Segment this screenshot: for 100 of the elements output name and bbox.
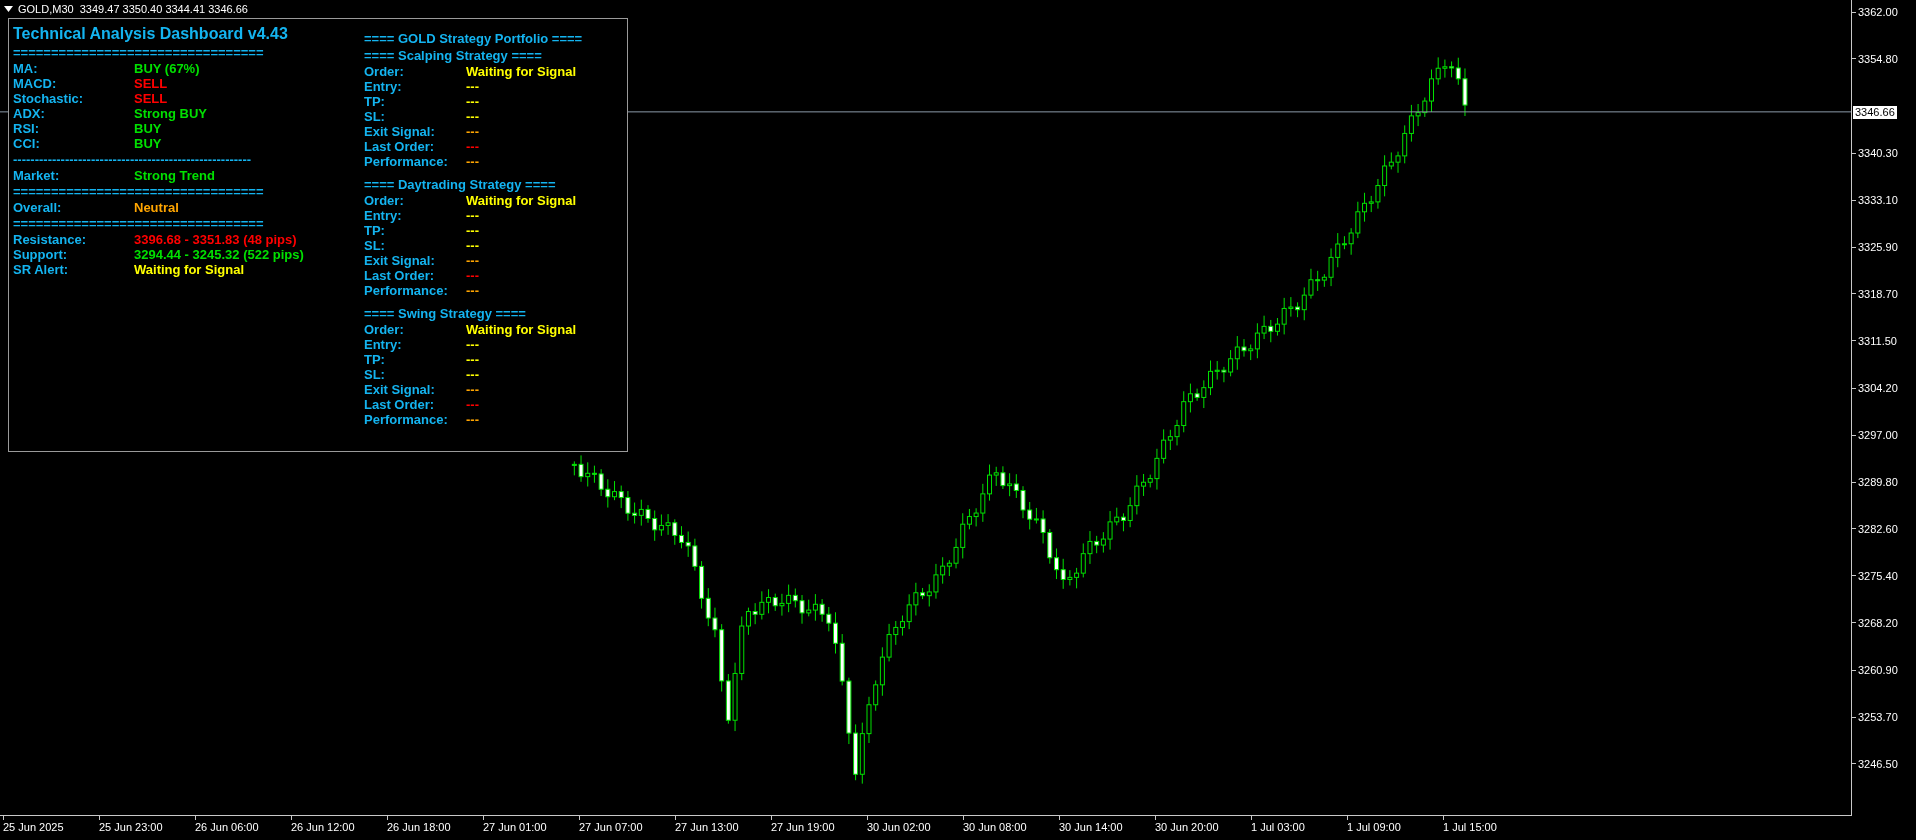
indicator-label: Entry: [364,79,403,94]
indicator-value: Waiting for Signal [466,64,576,79]
strategy-title: ==== Scalping Strategy ==== [364,47,543,64]
time-label: 1 Jul 09:00 [1347,820,1402,834]
dropdown-triangle-icon[interactable] [4,6,13,12]
time-label: 26 Jun 06:00 [195,820,260,834]
indicator-label: Exit Signal: [364,124,436,139]
price-label: 3325.90 [1858,240,1898,254]
indicator-value: --- [466,139,479,154]
indicator-value: 3294.44 - 3245.32 (522 pips) [134,247,304,262]
indicator-label: Entry: [364,337,403,352]
indicator-value: BUY [134,121,162,136]
price-label: 3268.20 [1858,615,1898,630]
indicator-label: Exit Signal: [364,253,436,268]
time-label: 30 Jun 08:00 [963,820,1028,834]
time-label: 1 Jul 03:00 [1251,820,1306,834]
indicator-value: --- [466,352,479,367]
indicator-value: --- [466,124,479,139]
indicator-value: SELL [134,76,168,91]
dashboard-title: Technical Analysis Dashboard v4.43 [13,24,289,44]
indicator-value: --- [466,94,479,109]
indicator-label: Order: [364,64,405,79]
indicator-value: BUY [134,136,162,151]
strategy-title: ==== Swing Strategy ==== [364,305,527,322]
indicator-value: --- [466,109,479,124]
time-label: 30 Jun 14:00 [1059,820,1124,834]
indicator-label: SR Alert: [13,262,70,277]
indicator-value: --- [466,397,479,412]
time-label: 27 Jun 01:00 [483,820,548,834]
price-label: 3318.70 [1858,286,1898,301]
indicator-value: 3396.68 - 3351.83 (48 pips) [134,232,297,247]
indicator-value: BUY (67%) [134,61,200,76]
indicator-value: Strong BUY [134,106,207,121]
indicator-label: ADX: [13,106,46,121]
indicator-label: SL: [364,238,386,253]
indicator-label: Performance: [364,412,449,427]
time-label: 27 Jun 13:00 [675,820,740,834]
price-label: 3304.20 [1858,381,1898,396]
separator-line: ------------------------------------------------------- [13,151,253,168]
indicator-label: MACD: [13,76,58,91]
indicator-label: TP: [364,352,386,367]
price-label: 3311.50 [1858,333,1897,348]
indicator-value: Neutral [134,200,179,215]
indicator-label: Performance: [364,154,449,169]
price-label: 3246.50 [1858,756,1898,771]
indicator-label: Order: [364,322,405,337]
indicator-value: --- [466,238,479,253]
indicator-label: Last Order: [364,268,436,283]
portfolio-title: ==== GOLD Strategy Portfolio ==== [364,30,583,47]
time-label: 1 Jul 15:00 [1443,820,1498,834]
price-label: 3354.80 [1858,51,1898,66]
indicator-value: Waiting for Signal [134,262,244,277]
indicator-value: --- [466,412,479,427]
indicator-label: SL: [364,109,386,124]
indicator-label: Entry: [364,208,403,223]
indicator-label: RSI: [13,121,40,136]
chart-header: GOLD,M30 3349.47 3350.40 3344.41 3346.66 [18,2,248,16]
time-label: 27 Jun 19:00 [771,820,836,834]
indicator-value: Waiting for Signal [466,193,576,208]
price-label: 3340.30 [1858,146,1898,161]
indicator-value: --- [466,367,479,382]
indicator-value: --- [466,283,479,298]
indicator-label: Overall: [13,200,63,215]
indicator-label: Performance: [364,283,449,298]
indicator-label: TP: [364,94,386,109]
indicator-label: Market: [13,168,61,183]
indicator-value: --- [466,337,479,352]
price-label: 3333.10 [1858,193,1898,208]
indicator-value: Strong Trend [134,168,215,183]
indicator-label: TP: [364,223,386,238]
time-label: 30 Jun 20:00 [1155,820,1220,834]
strategy-title: ==== Daytrading Strategy ==== [364,176,557,193]
time-label: 26 Jun 12:00 [291,820,356,834]
price-label: 3260.90 [1858,663,1898,678]
separator-line: ================================= [13,183,265,200]
price-label: 3362.00 [1858,5,1898,19]
indicator-label: Exit Signal: [364,382,436,397]
separator-line: ================================= [13,44,265,61]
indicator-label: Last Order: [364,139,436,154]
price-label: 3289.80 [1858,475,1898,489]
indicator-value: SELL [134,91,168,106]
current-price-label: 3346.66 [1853,105,1897,119]
indicator-label: Last Order: [364,397,436,412]
indicator-label: MA: [13,61,39,76]
price-label: 3275.40 [1858,568,1898,583]
indicator-label: Stochastic: [13,91,85,106]
indicator-value: --- [466,79,479,94]
indicator-value: --- [466,268,479,283]
indicator-label: Resistance: [13,232,87,247]
time-label: 27 Jun 07:00 [579,820,644,834]
indicator-value: --- [466,154,479,169]
indicator-value: --- [466,208,479,223]
indicator-label: Support: [13,247,69,262]
price-label: 3282.60 [1858,521,1898,536]
indicator-label: SL: [364,367,386,382]
price-label: 3297.00 [1858,428,1898,443]
indicator-value: --- [466,253,479,268]
indicator-value: --- [466,223,479,238]
time-label: 30 Jun 02:00 [867,820,932,834]
indicator-value: Waiting for Signal [466,322,576,337]
